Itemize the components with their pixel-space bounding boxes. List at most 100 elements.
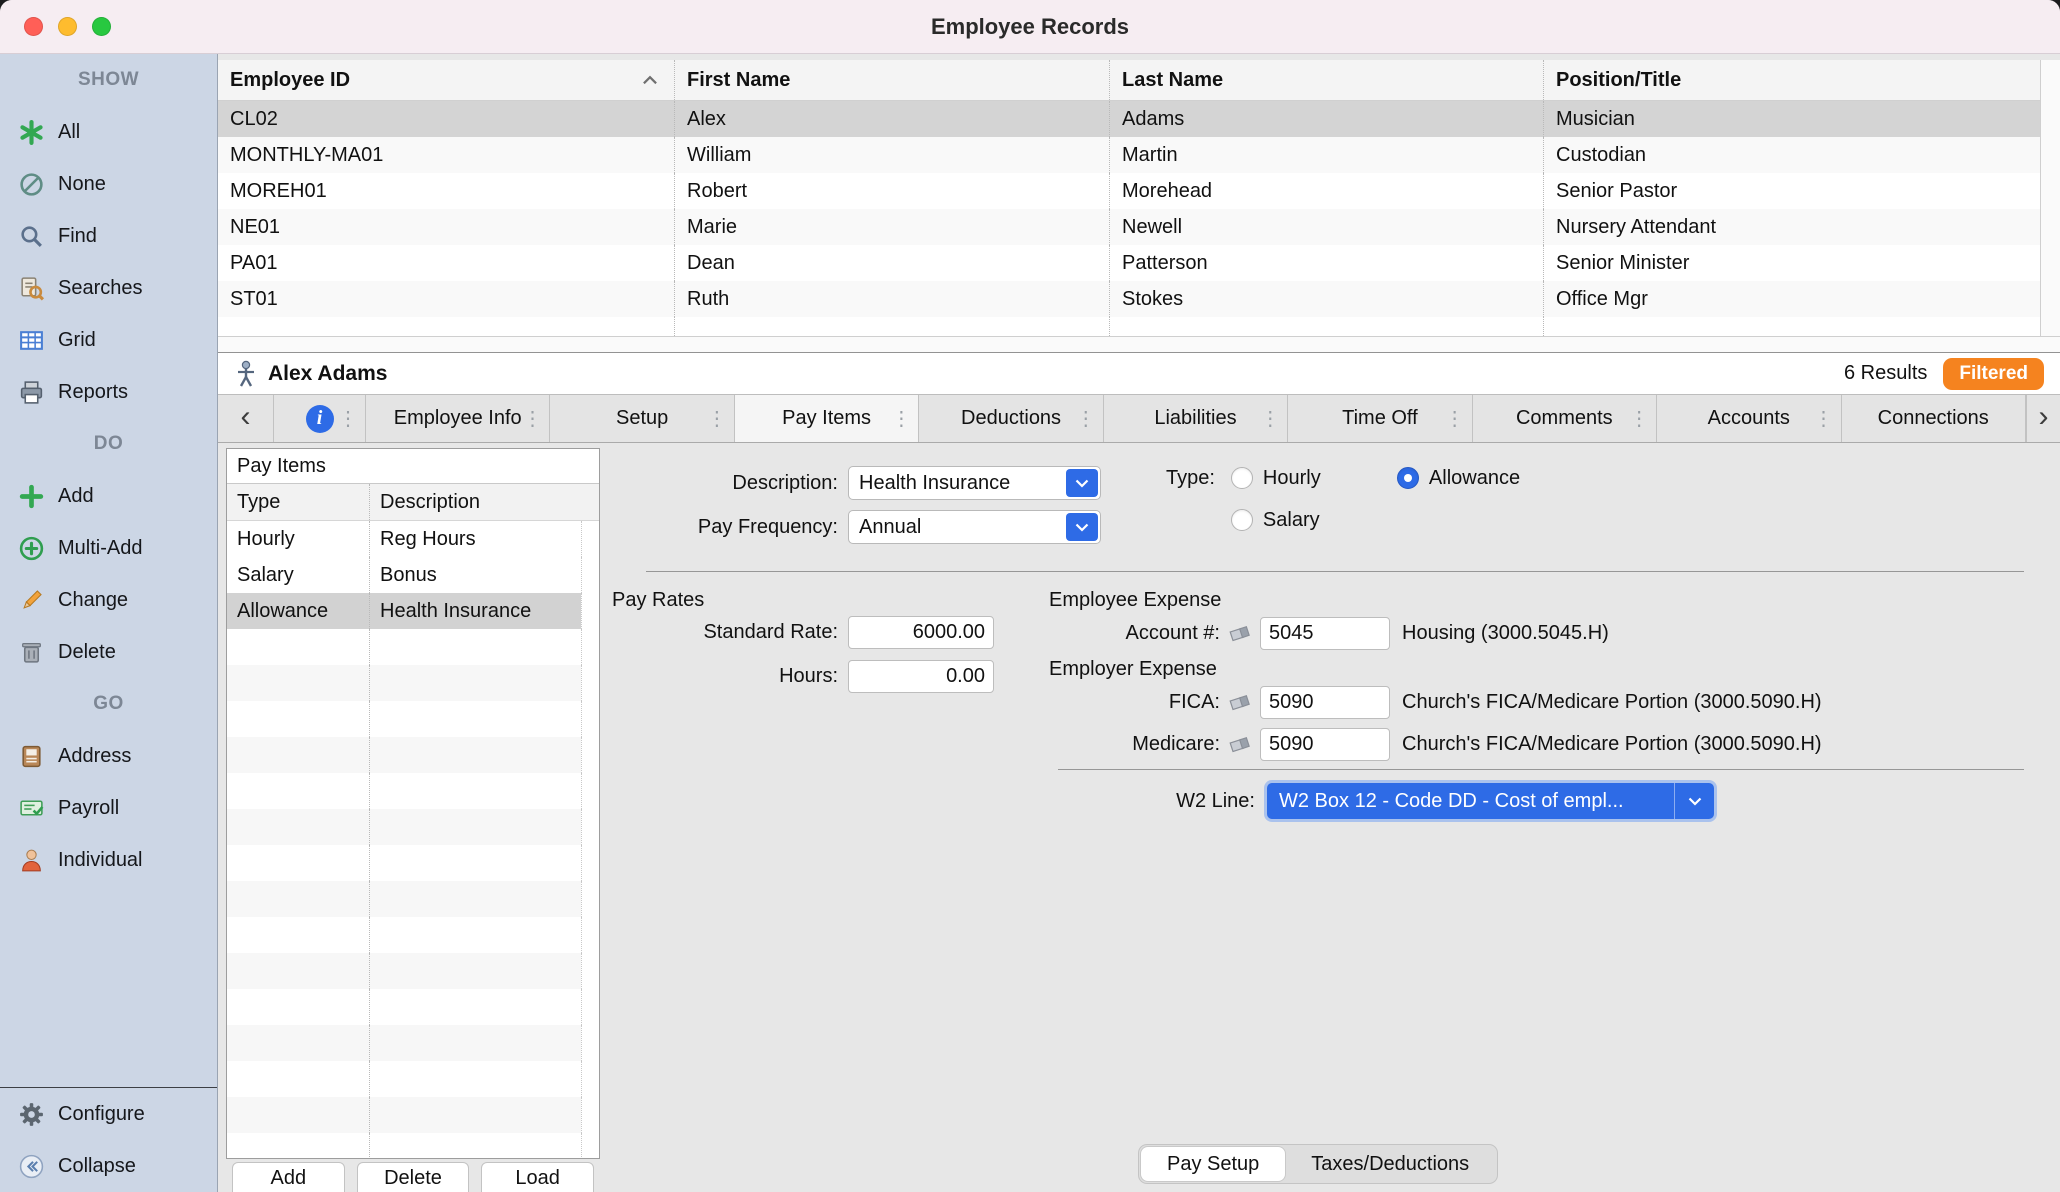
tab-comments[interactable]: Comments⋮ [1473,395,1657,442]
clear-field-icon[interactable] [1228,623,1254,643]
pay-frequency-dropdown[interactable]: Annual [848,510,1101,544]
sidebar-item-label: None [58,173,106,196]
employee-cell: Senior Pastor [1543,173,2040,209]
sidebar-item-find[interactable]: Find [0,210,217,262]
results-count: 6 Results [1844,362,1927,385]
tab-accounts[interactable]: Accounts⋮ [1657,395,1841,442]
sidebar-item-add[interactable]: Add [0,470,217,522]
pay-item-empty-row [227,773,599,809]
tab-liabilities[interactable]: Liabilities⋮ [1104,395,1288,442]
pay-item-row[interactable]: AllowanceHealth Insurance [227,593,599,629]
clear-field-icon[interactable] [1228,692,1254,712]
type-option-allowance[interactable]: Allowance [1397,467,1520,490]
list-scroll-track [581,1133,599,1158]
type-option-salary[interactable]: Salary [1231,509,1381,532]
sidebar-item-change[interactable]: Change [0,574,217,626]
tab-label: Employee Info [394,407,522,430]
sidebar-item-all[interactable]: All [0,106,217,158]
delete-icon [18,639,45,666]
sidebar-item-label: Grid [58,329,96,352]
employee-row[interactable]: MOREH01RobertMoreheadSenior Pastor [218,173,2040,209]
employee-row[interactable]: CL02AlexAdamsMusician [218,101,2040,137]
sidebar-item-configure[interactable]: Configure [0,1088,217,1140]
sidebar-item-collapse[interactable]: Collapse [0,1140,217,1192]
pay-item-cell [369,953,581,989]
close-button[interactable] [24,17,43,36]
pay-item-cell [227,1061,369,1097]
sidebar-item-label: Add [58,485,94,508]
fica-account-input[interactable]: 5090 [1260,686,1390,719]
pay-item-row[interactable]: SalaryBonus [227,557,599,593]
sidebar-item-individual[interactable]: Individual [0,834,217,886]
account-number-input[interactable]: 5045 [1260,617,1390,650]
column-header-first-name[interactable]: First Name [674,60,1109,100]
clear-field-icon[interactable] [1228,734,1254,754]
sidebar-item-label: Find [58,225,97,248]
pay-item-add-button[interactable]: Add [232,1162,345,1192]
fica-account-description: Church's FICA/Medicare Portion (3000.509… [1402,691,1822,714]
tab-deductions[interactable]: Deductions⋮ [919,395,1103,442]
vertical-scrollbar[interactable] [2040,60,2060,336]
account-description: Housing (3000.5045.H) [1402,622,1609,645]
tab-taxes-deductions[interactable]: Taxes/Deductions [1285,1147,1495,1181]
employee-row[interactable]: NE01MarieNewellNursery Attendant [218,209,2040,245]
pay-item-cell [227,773,369,809]
pay-item-load-button[interactable]: Load [481,1162,594,1192]
tab-setup[interactable]: Setup⋮ [550,395,734,442]
column-header-employee-id[interactable]: Employee ID [218,60,674,100]
hours-input[interactable]: 0.00 [848,660,994,693]
list-scroll-track [581,845,599,881]
titlebar: Employee Records [0,0,2060,54]
type-option-hourly[interactable]: Hourly [1231,467,1381,490]
sidebar-item-grid[interactable]: Grid [0,314,217,366]
zoom-button[interactable] [92,17,111,36]
sidebar-item-reports[interactable]: Reports [0,366,217,418]
pay-setup-segmented-control: Pay Setup Taxes/Deductions [1138,1144,1498,1184]
column-header-description[interactable]: Description [369,484,581,520]
pay-item-cell [227,1097,369,1133]
sidebar-item-delete[interactable]: Delete [0,626,217,678]
sidebar-item-none[interactable]: None [0,158,217,210]
tab-label: Pay Items [782,407,871,430]
employee-cell: Custodian [1543,137,2040,173]
w2-line-dropdown[interactable]: W2 Box 12 - Code DD - Cost of empl... [1267,783,1714,819]
pay-item-row[interactable]: HourlyReg Hours [227,521,599,557]
pay-item-empty-row [227,665,599,701]
tab-pay-setup[interactable]: Pay Setup [1141,1147,1285,1181]
minimize-button[interactable] [58,17,77,36]
list-scroll-track [581,665,599,701]
pay-item-cell [369,989,581,1025]
tabs-scroll-left-button[interactable]: ‹ [218,395,274,442]
sidebar-item-payroll[interactable]: Payroll [0,782,217,834]
pay-item-cell [369,1025,581,1061]
filtered-badge[interactable]: Filtered [1943,358,2044,390]
sidebar-item-searches[interactable]: Searches [0,262,217,314]
column-header-last-name[interactable]: Last Name [1109,60,1543,100]
radio-label: Salary [1263,509,1320,532]
description-dropdown[interactable]: Health Insurance [848,466,1101,500]
pay-item-cell [227,629,369,665]
column-header-position-title[interactable]: Position/Title [1543,60,2040,100]
detail-tabbar: ‹ i ⋮ Employee Info⋮ Setup⋮ Pay Items⋮ D… [218,395,2060,443]
standard-rate-label: Standard Rate: [600,621,838,644]
tab-time-off[interactable]: Time Off⋮ [1288,395,1472,442]
tab-employee-info[interactable]: Employee Info⋮ [366,395,550,442]
tabs-scroll-right-button[interactable]: › [2026,395,2060,442]
standard-rate-input[interactable]: 6000.00 [848,616,994,649]
employee-row[interactable]: MONTHLY-MA01WilliamMartinCustodian [218,137,2040,173]
sidebar-item-multi-add[interactable]: Multi-Add [0,522,217,574]
tab-pay-items[interactable]: Pay Items⋮ [735,395,919,442]
medicare-account-input[interactable]: 5090 [1260,728,1390,761]
tab-record-info[interactable]: i ⋮ [274,395,366,442]
tab-connections[interactable]: Connections [1842,395,2026,442]
column-header-type[interactable]: Type [227,484,369,520]
sidebar-item-address[interactable]: Address [0,730,217,782]
employee-row[interactable]: PA01DeanPattersonSenior Minister [218,245,2040,281]
sort-ascending-icon [642,75,658,85]
section-divider [646,571,2024,572]
sidebar-item-label: Collapse [58,1155,136,1178]
pay-item-delete-button[interactable]: Delete [357,1162,470,1192]
employee-row[interactable]: ST01RuthStokesOffice Mgr [218,281,2040,317]
horizontal-scrollbar[interactable] [218,336,2060,352]
sidebar-item-label: Configure [58,1103,145,1126]
